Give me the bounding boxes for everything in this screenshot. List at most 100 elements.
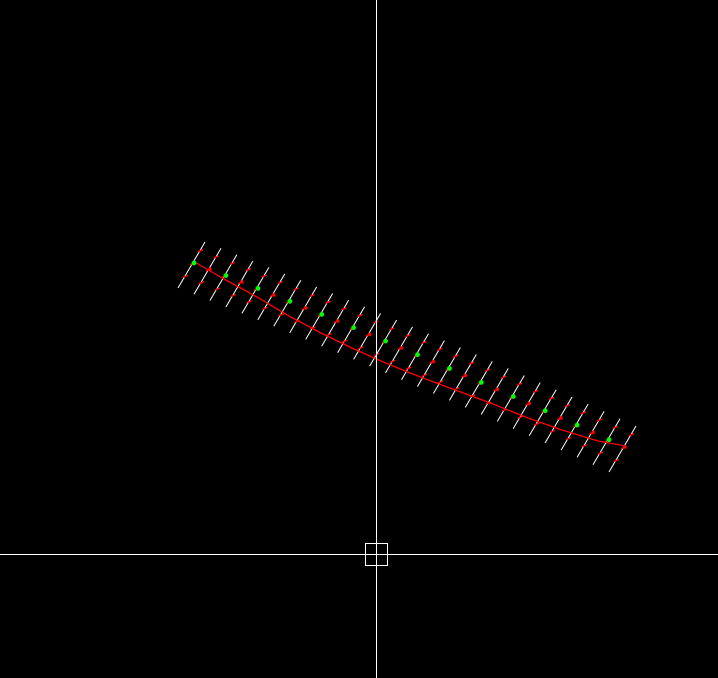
tick-mark <box>544 396 573 444</box>
drawing-canvas[interactable] <box>0 0 718 678</box>
tick-dash-marker <box>341 307 347 311</box>
tick-mark <box>416 340 445 387</box>
tick-mark <box>193 248 222 295</box>
tick-dash-marker <box>597 451 604 455</box>
curve-node-marker <box>223 273 229 278</box>
tick-dash-marker <box>565 436 572 441</box>
tick-mark <box>480 368 509 415</box>
curve-node-marker <box>272 293 276 297</box>
tick-mark <box>257 273 286 321</box>
tick-dash-marker <box>548 396 555 401</box>
tick-dash-marker <box>357 313 363 318</box>
tick-dash-marker <box>246 300 252 304</box>
curve-node-marker <box>383 338 388 344</box>
curve-node-marker <box>478 380 484 385</box>
curve-node-marker <box>447 366 452 371</box>
tick-dash-marker <box>405 366 412 370</box>
tick-dash-marker <box>229 261 236 266</box>
tick-dash-marker <box>421 373 428 377</box>
tick-mark <box>528 389 557 436</box>
curve-node-marker <box>240 280 244 284</box>
tick-dash-marker <box>326 332 332 337</box>
tick-dash-marker <box>532 389 539 393</box>
curve-node-marker <box>495 387 500 392</box>
tick-dash-marker <box>500 375 507 379</box>
tick-mark <box>209 254 238 301</box>
tick-dash-marker <box>389 327 395 331</box>
curve-node-marker <box>431 359 436 364</box>
tick-dash-marker <box>580 411 587 415</box>
tick-dash-marker <box>278 313 284 317</box>
tick-mark <box>560 403 589 451</box>
tick-dash-marker <box>516 382 523 386</box>
curve-node-marker <box>351 325 356 331</box>
tick-mark <box>289 286 318 334</box>
tick-mark <box>512 382 541 429</box>
tick-dash-marker <box>453 387 460 391</box>
tick-dash-marker <box>261 274 267 278</box>
tick-dash-marker <box>501 408 508 412</box>
tick-dash-marker <box>437 347 443 351</box>
tick-dash-marker <box>596 418 603 422</box>
tick-dash-marker <box>533 422 540 426</box>
tick-dash-marker <box>182 274 189 279</box>
curve-node-marker <box>287 298 293 304</box>
tick-dash-marker <box>213 255 220 259</box>
curve-node-marker <box>399 346 404 350</box>
tick-dash-marker <box>277 280 283 285</box>
tick-dash-marker <box>309 293 315 298</box>
tick-dash-marker <box>549 429 556 434</box>
curve-node-marker <box>208 267 212 272</box>
curve-node-marker <box>510 394 516 399</box>
tick-mark <box>385 326 413 374</box>
curve-markers <box>182 249 635 463</box>
tick-dash-marker <box>421 340 427 345</box>
tick-dash-marker <box>214 287 220 291</box>
tick-dash-marker <box>294 319 300 324</box>
tick-mark <box>369 319 398 367</box>
tick-dash-marker <box>198 281 204 285</box>
curve-node-marker <box>415 352 420 358</box>
tick-mark <box>592 418 621 465</box>
curve-node-marker <box>527 401 531 406</box>
tick-dash-marker <box>453 354 459 358</box>
tick-mark <box>401 333 429 380</box>
drawing-scene <box>0 0 718 678</box>
tick-mark <box>225 260 254 308</box>
tick-dash-marker <box>390 359 396 364</box>
curve-node-marker <box>606 437 612 443</box>
tick-mark <box>576 411 605 458</box>
tick-dash-marker <box>325 300 331 304</box>
tick-mark <box>464 361 493 408</box>
tick-dash-marker <box>564 403 571 408</box>
tick-dash-marker <box>293 287 299 291</box>
tick-dash-marker <box>613 458 620 463</box>
curve-node-marker <box>191 260 197 266</box>
tick-dash-marker <box>245 268 252 272</box>
curve-node-marker <box>542 408 548 414</box>
curve-node-marker <box>574 422 580 428</box>
tick-dash-marker <box>468 361 475 365</box>
tick-dash-marker <box>342 339 348 343</box>
tick-dash-marker <box>230 293 236 298</box>
curve-node-marker <box>255 286 261 291</box>
tick-marks <box>177 241 637 473</box>
curve-node-marker <box>303 306 308 310</box>
tick-dash-marker <box>437 380 444 384</box>
tick-dash-marker <box>197 249 204 253</box>
tick-dash-marker <box>262 306 268 311</box>
curve-node-marker <box>623 445 627 449</box>
tick-dash-marker <box>405 334 411 338</box>
tick-dash-marker <box>517 415 524 419</box>
tick-dash-marker <box>484 368 491 372</box>
tick-dash-marker <box>612 425 619 430</box>
tick-mark <box>608 425 637 473</box>
curve-node-marker <box>367 332 372 337</box>
tick-dash-marker <box>358 346 364 350</box>
curve-node-marker <box>591 430 595 435</box>
tick-dash-marker <box>628 433 635 437</box>
curve-node-marker <box>335 319 340 323</box>
tick-dash-marker <box>581 444 588 448</box>
curve-node-marker <box>463 373 468 378</box>
tick-mark <box>337 306 366 353</box>
